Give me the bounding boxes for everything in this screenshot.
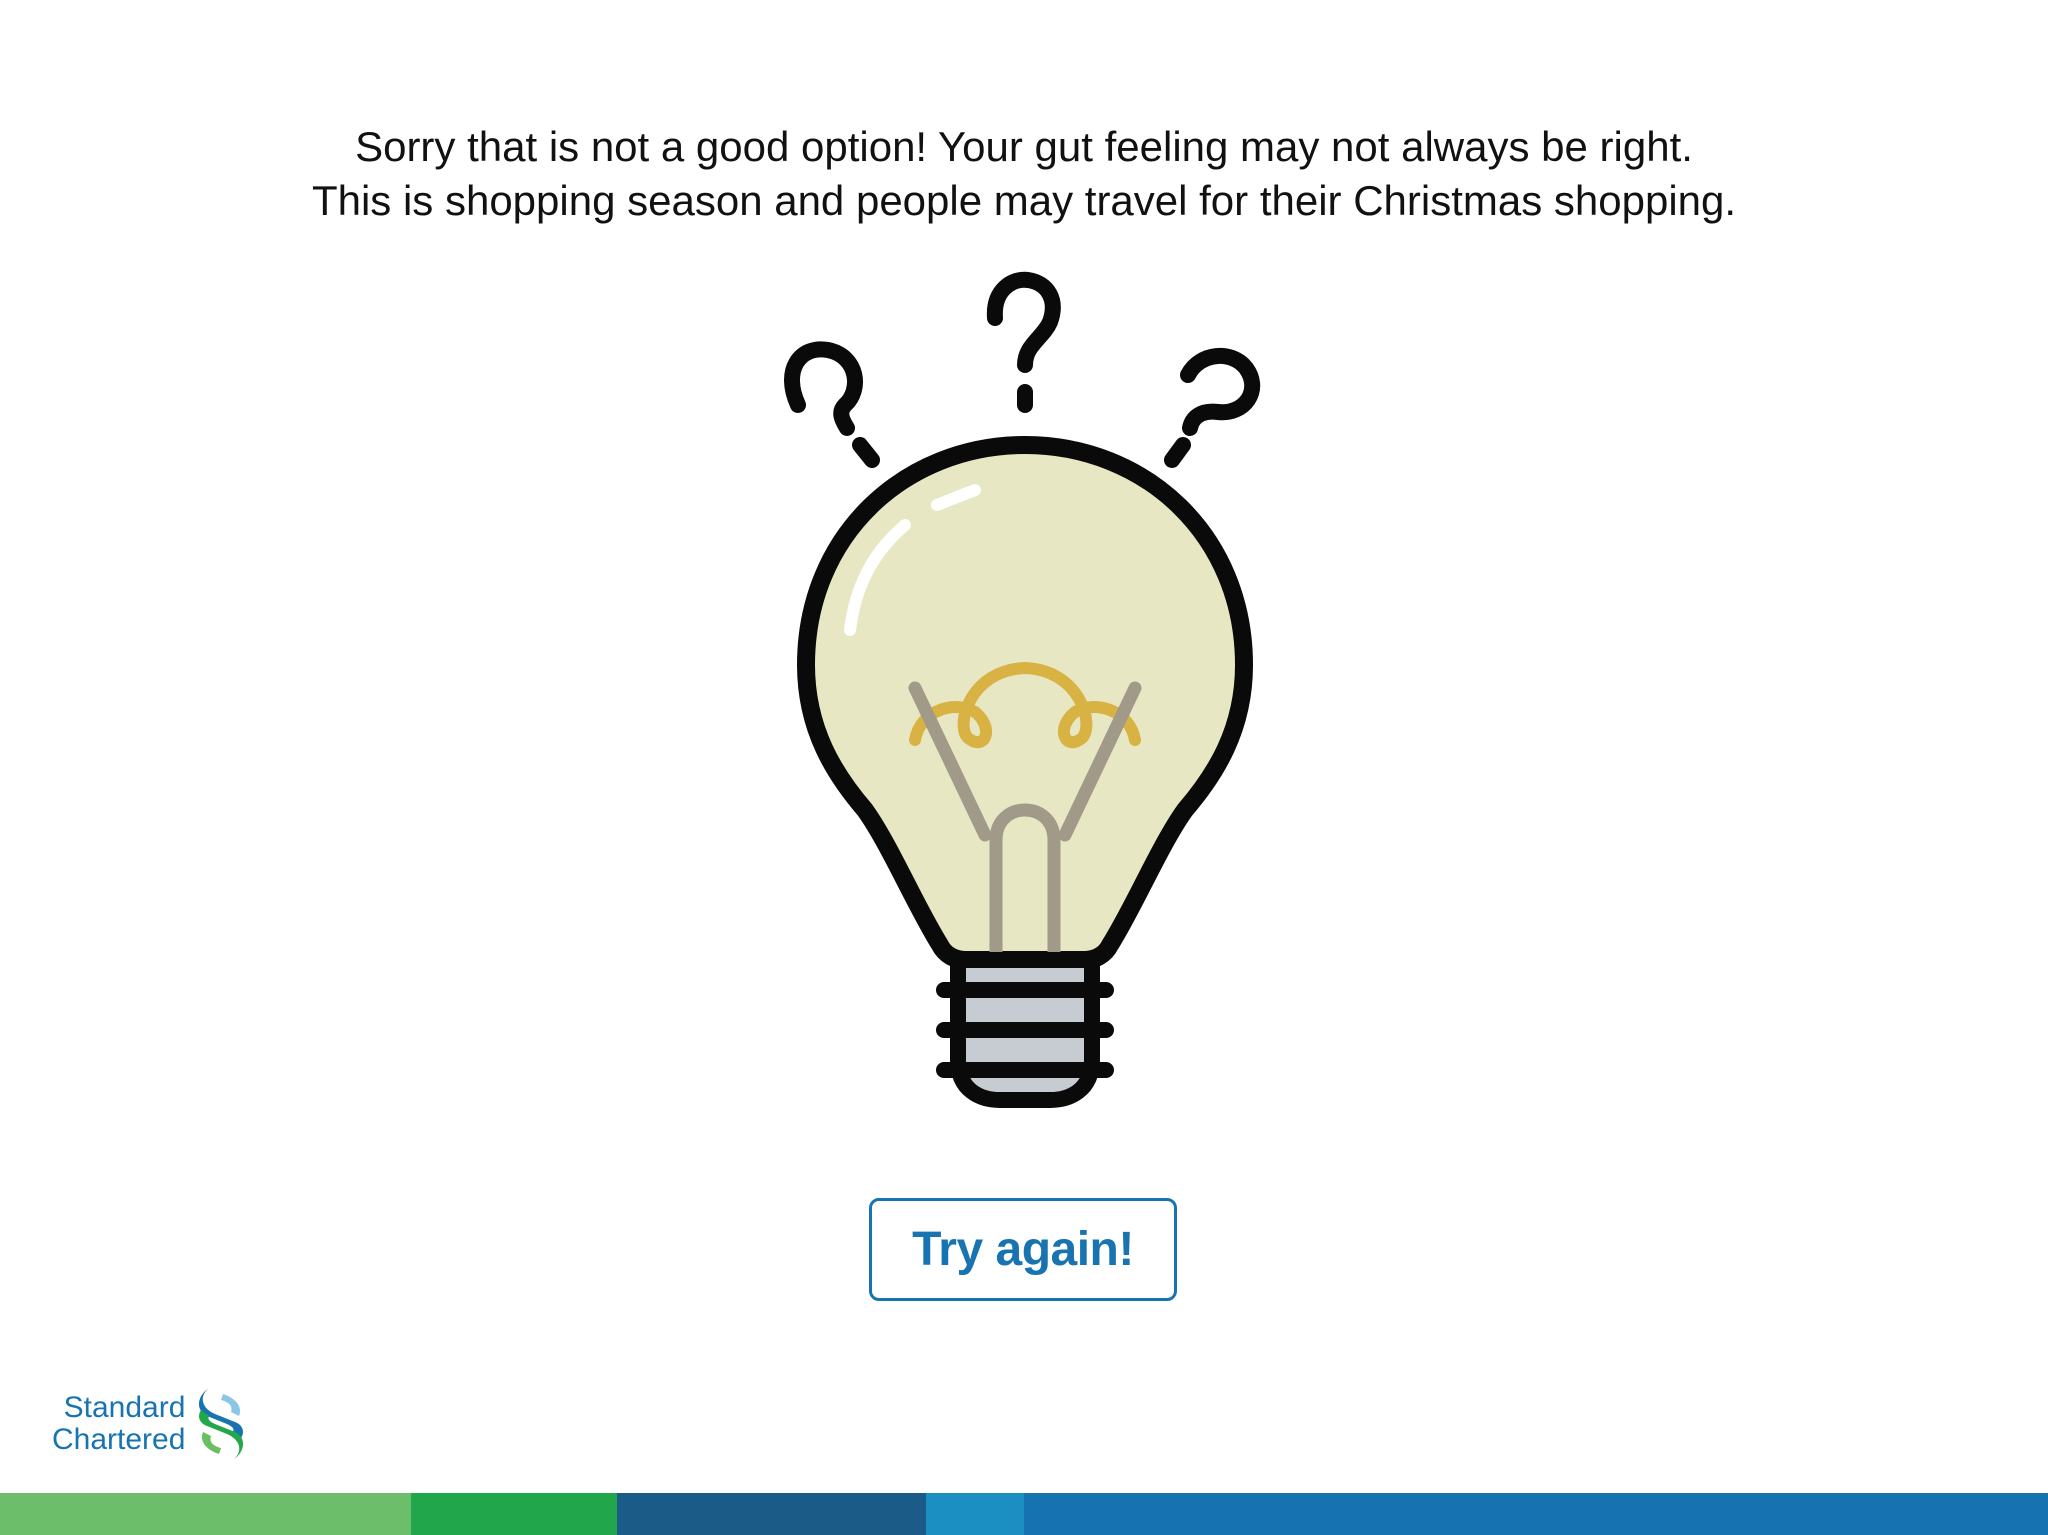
question-mark-center-icon: [986, 271, 1061, 413]
brand-name-line-1: Standard: [63, 1391, 186, 1424]
bottom-bar-segment-2: [411, 1493, 617, 1535]
try-again-button[interactable]: Try again!: [869, 1198, 1177, 1301]
bulb-base: [936, 952, 1114, 1108]
bottom-bar-segment-3: [617, 1493, 926, 1535]
lightbulb-question-icon: [784, 271, 1261, 1108]
bottom-bar-segment-1: [0, 1493, 411, 1535]
bottom-color-bar: [0, 1493, 2048, 1535]
brand-logo: Standard Chartered: [52, 1384, 247, 1464]
feedback-line-1: Sorry that is not a good option! Your gu…: [355, 123, 1693, 170]
bulb-glass: [797, 436, 1253, 969]
bottom-bar-segment-5: [1024, 1493, 2048, 1535]
feedback-line-2: This is shopping season and people may t…: [311, 177, 1737, 224]
question-mark-right-icon: [1164, 347, 1261, 468]
feedback-message: Sorry that is not a good option! Your gu…: [0, 120, 2048, 228]
bottom-bar-segment-4: [926, 1493, 1024, 1535]
standard-chartered-logo-icon: [199, 1388, 244, 1460]
question-mark-left-icon: [784, 341, 880, 468]
brand-name: Standard Chartered: [52, 1392, 185, 1456]
feedback-screen: Sorry that is not a good option! Your gu…: [0, 0, 2048, 1535]
brand-name-line-2: Chartered: [52, 1423, 186, 1456]
